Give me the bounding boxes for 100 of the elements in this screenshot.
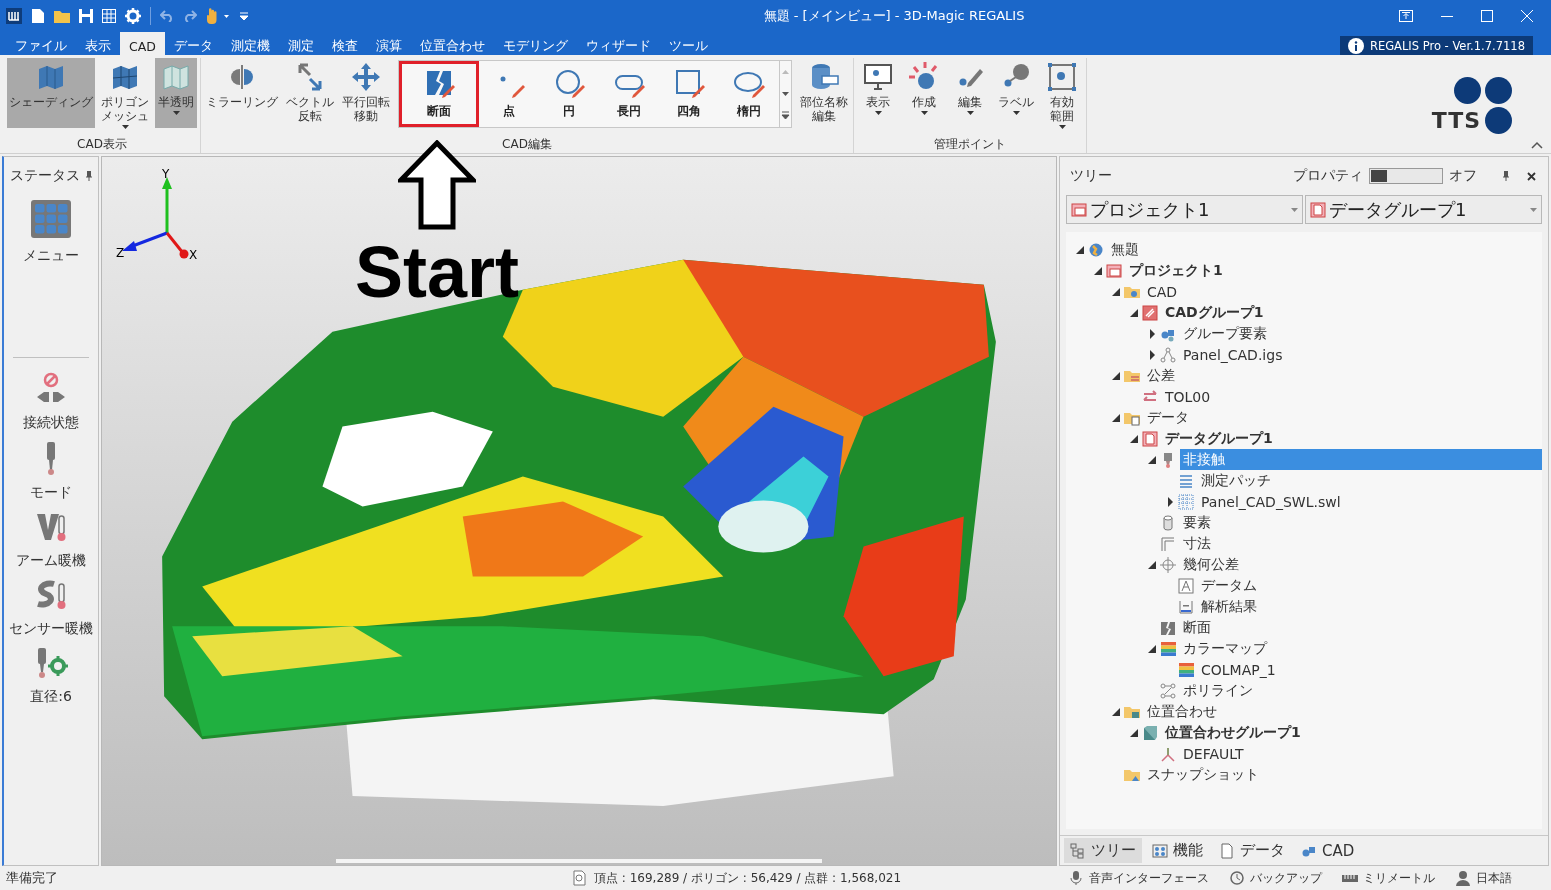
gallery-item[interactable]: 点	[479, 61, 539, 127]
expanded-triangle-icon[interactable]	[1130, 308, 1138, 317]
tree-item[interactable]: スナップショット	[1144, 764, 1542, 785]
status-item[interactable]: バックアップ	[1250, 869, 1322, 887]
panel-tab[interactable]: 機能	[1146, 838, 1209, 863]
scroll-bar[interactable]	[336, 859, 822, 863]
status-item[interactable]: 音声インターフェース	[1089, 869, 1209, 887]
close-icon[interactable]	[1527, 171, 1536, 181]
collapsed-triangle-icon[interactable]	[1149, 349, 1155, 360]
menu-tab[interactable]: ウィザード	[576, 32, 660, 55]
panel-tab[interactable]: データ	[1213, 838, 1291, 863]
menu-tab[interactable]: 位置合わせ	[410, 32, 494, 55]
panel-tab[interactable]: ツリー	[1064, 838, 1142, 863]
expanded-triangle-icon[interactable]	[1148, 455, 1156, 464]
tree-item[interactable]: CAD	[1144, 281, 1542, 302]
menu-tab[interactable]: 演算	[366, 32, 411, 55]
hand-icon[interactable]	[206, 8, 230, 24]
expanded-triangle-icon[interactable]	[1130, 728, 1138, 737]
expanded-triangle-icon[interactable]	[1112, 413, 1120, 422]
ribbon-button[interactable]: 編集	[949, 58, 991, 128]
menu-tab[interactable]: ファイル	[6, 32, 76, 55]
collapse-ribbon-icon[interactable]	[1531, 141, 1543, 149]
gallery-item[interactable]: 楕円	[719, 61, 779, 127]
pin-window-icon[interactable]	[1399, 10, 1413, 22]
ribbon-button[interactable]: 表示	[857, 58, 899, 128]
tree-item[interactable]: 断面	[1180, 617, 1542, 638]
tree-item[interactable]: データ	[1144, 407, 1542, 428]
dropdown[interactable]: データグループ1	[1305, 195, 1542, 224]
tree-item[interactable]: Panel_CAD.igs	[1180, 344, 1542, 365]
expanded-triangle-icon[interactable]	[1148, 644, 1156, 653]
status-button[interactable]: 接続状態	[23, 368, 79, 436]
tree-item[interactable]: 解析結果	[1198, 596, 1542, 617]
expanded-triangle-icon[interactable]	[1148, 560, 1156, 569]
tree-item[interactable]: 位置合わせグループ1	[1162, 722, 1542, 743]
ribbon-button[interactable]: ベクトル 反転	[284, 58, 336, 128]
tree-item[interactable]: グループ要素	[1180, 323, 1542, 344]
expanded-triangle-icon[interactable]	[1094, 266, 1102, 275]
collapsed-triangle-icon[interactable]	[1149, 328, 1155, 339]
folder-icon[interactable]	[54, 9, 70, 23]
status-item[interactable]: ミリメートル	[1363, 869, 1435, 887]
tree-item[interactable]: カラーマップ	[1180, 638, 1542, 659]
tree-item[interactable]: 位置合わせ	[1144, 701, 1542, 722]
gallery-item[interactable]: 長円	[599, 61, 659, 127]
expanded-triangle-icon[interactable]	[1112, 287, 1120, 296]
menu-tab[interactable]: 表示	[76, 32, 120, 55]
tree-item[interactable]: データグループ1	[1162, 428, 1542, 449]
menu-tab[interactable]: 検査	[322, 32, 367, 55]
ribbon-button[interactable]: ポリゴン メッシュ	[99, 58, 151, 128]
menu-tab[interactable]: モデリング	[493, 32, 577, 55]
menu-tab[interactable]: CAD	[120, 32, 165, 55]
app-logo-icon[interactable]	[6, 8, 22, 24]
grid-icon[interactable]	[102, 9, 116, 23]
customize-caret-icon[interactable]	[239, 12, 249, 20]
tree-item[interactable]: 公差	[1144, 365, 1542, 386]
dropdown[interactable]: プロジェクト1	[1066, 195, 1303, 224]
menu-tab[interactable]: 測定	[278, 32, 323, 55]
expanded-triangle-icon[interactable]	[1076, 245, 1084, 254]
pin-icon[interactable]	[86, 171, 92, 181]
menu-tab[interactable]: 測定機	[221, 32, 279, 55]
expanded-triangle-icon[interactable]	[1112, 707, 1120, 716]
ribbon-button[interactable]: 作成	[903, 58, 945, 128]
status-button[interactable]: センサー暖機	[9, 574, 93, 642]
gallery-item[interactable]: 断面	[399, 61, 479, 127]
menu-tab[interactable]: データ	[164, 32, 222, 55]
panel-tab[interactable]: CAD	[1295, 838, 1361, 863]
tree-item[interactable]: 無題	[1108, 239, 1542, 260]
gallery-item[interactable]: 円	[539, 61, 599, 127]
maximize-icon[interactable]	[1481, 10, 1493, 22]
tree-item[interactable]: 測定パッチ	[1198, 470, 1542, 491]
ribbon-button[interactable]: 半透明	[155, 58, 197, 128]
ribbon-button[interactable]: 平行回転 移動	[340, 58, 392, 128]
tree-item[interactable]: Panel_CAD_SWL.swl	[1198, 491, 1542, 512]
tree-item[interactable]: プロジェクト1	[1126, 260, 1542, 281]
tree-item[interactable]: CADグループ1	[1162, 302, 1542, 323]
ribbon-button[interactable]: シェーディング	[7, 58, 95, 128]
pin-icon[interactable]	[1503, 171, 1509, 181]
collapsed-triangle-icon[interactable]	[1167, 496, 1173, 507]
ribbon-button[interactable]: 有効 範囲	[1041, 58, 1083, 128]
settings-icon[interactable]	[125, 8, 141, 24]
status-button[interactable]: 直径:6	[30, 642, 72, 710]
tree-item[interactable]: 要素	[1180, 512, 1542, 533]
status-button[interactable]: モード	[30, 436, 72, 506]
expanded-triangle-icon[interactable]	[1130, 434, 1138, 443]
ribbon-button[interactable]: ミラーリング	[204, 58, 280, 128]
tree-item[interactable]: 寸法	[1180, 533, 1542, 554]
undo-icon[interactable]	[160, 10, 174, 22]
tree-item[interactable]: データム	[1198, 575, 1542, 596]
ribbon-button[interactable]: ラベル	[995, 58, 1037, 128]
status-button[interactable]: メニュー	[23, 195, 79, 269]
expanded-triangle-icon[interactable]	[1112, 371, 1120, 380]
gallery-item[interactable]: 四角	[659, 61, 719, 127]
new-file-icon[interactable]	[31, 8, 45, 24]
status-button[interactable]: アーム暖機	[16, 506, 86, 574]
redo-icon[interactable]	[183, 10, 197, 22]
status-item[interactable]: 日本語	[1476, 869, 1512, 887]
tree-item[interactable]: TOL00	[1162, 386, 1542, 407]
tree-item[interactable]: 幾何公差	[1180, 554, 1542, 575]
ribbon-button[interactable]: 部位名称 編集	[798, 58, 850, 128]
tree-item[interactable]: ポリライン	[1180, 680, 1542, 701]
tree-item[interactable]: DEFAULT	[1180, 743, 1542, 764]
